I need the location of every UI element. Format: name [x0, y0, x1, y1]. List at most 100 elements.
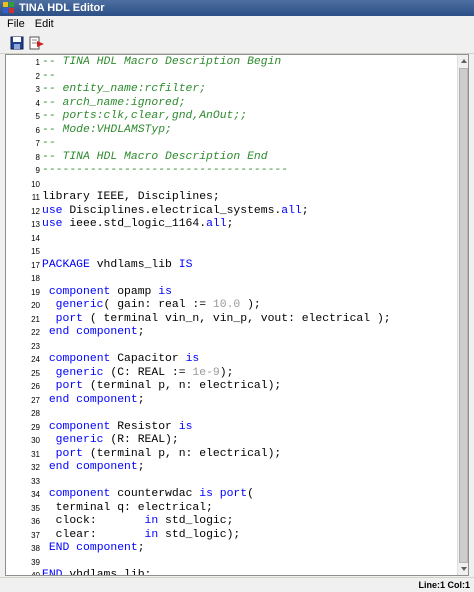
- code-line[interactable]: 10: [6, 178, 457, 192]
- menu-file[interactable]: File: [2, 18, 30, 30]
- line-number: 12: [31, 206, 40, 216]
- code-line[interactable]: 23: [6, 340, 457, 354]
- code-line[interactable]: 34 component counterwdac is port(: [6, 488, 457, 502]
- code-token: opamp: [110, 285, 159, 298]
- code-line[interactable]: 40END vhdlams_lib;: [6, 569, 457, 575]
- line-number: 14: [31, 233, 40, 243]
- status-bar: Line:1 Col:1: [0, 577, 474, 592]
- code-line[interactable]: 26 port (terminal p, n: electrical);: [6, 380, 457, 394]
- code-line[interactable]: 35 terminal q: electrical;: [6, 502, 457, 516]
- code-text: end component;: [42, 461, 145, 475]
- app-icon: [3, 2, 15, 14]
- run-button[interactable]: [28, 34, 46, 52]
- code-token: ;: [137, 326, 145, 338]
- code-line[interactable]: 39: [6, 556, 457, 570]
- menu-edit[interactable]: Edit: [30, 18, 59, 30]
- code-line[interactable]: 14: [6, 232, 457, 246]
- code-text: -- TINA HDL Macro Description Begin: [42, 56, 281, 70]
- code-line[interactable]: 11 library IEEE, Disciplines;: [6, 191, 457, 205]
- code-keyword: in: [144, 515, 159, 527]
- code-text: END component;: [42, 542, 145, 556]
- code-line[interactable]: 12 use Disciplines.electrical_systems.all…: [6, 205, 457, 219]
- code-text: port (terminal p, n: electrical);: [42, 380, 282, 394]
- code-line[interactable]: 18: [6, 272, 457, 286]
- code-text: use Disciplines.electrical_systems.all;: [42, 205, 309, 219]
- code-text: --: [42, 70, 56, 84]
- code-line[interactable]: 8 -- TINA HDL Macro Description End: [6, 151, 457, 165]
- code-keyword: all: [281, 204, 302, 217]
- line-number: 38: [31, 544, 40, 553]
- code-line[interactable]: 15: [6, 245, 457, 259]
- code-token: Capacitor: [110, 353, 186, 365]
- code-line[interactable]: 22 end component;: [6, 326, 457, 340]
- line-number: 17: [31, 260, 40, 270]
- code-line[interactable]: 28: [6, 407, 457, 421]
- code-text: terminal q: electrical;: [42, 502, 213, 516]
- code-token: terminal q: electrical;: [42, 501, 213, 514]
- code-line[interactable]: 37 clear: in std_logic);: [6, 529, 457, 543]
- code-line[interactable]: 31 port (terminal p, n: electrical);: [6, 448, 457, 462]
- scroll-down-arrow-icon[interactable]: [458, 563, 469, 575]
- code-line[interactable]: 1 -- TINA HDL Macro Description Begin: [6, 56, 457, 70]
- code-line[interactable]: 27 end component;: [6, 394, 457, 408]
- code-line[interactable]: 9 ------------------------------------: [6, 164, 457, 178]
- code-line[interactable]: 3 -- entity_name:rcfilter;: [6, 83, 457, 97]
- code-line[interactable]: 21 port ( terminal vin_n, vin_p, vout: e…: [6, 313, 457, 327]
- code-line[interactable]: 7 --: [6, 137, 457, 151]
- save-button[interactable]: [8, 34, 26, 52]
- code-line[interactable]: 17 PACKAGE vhdlams_lib IS: [6, 259, 457, 273]
- code-line[interactable]: 4 -- arch_name:ignored;: [6, 97, 457, 111]
- code-comment: --: [42, 137, 56, 149]
- code-text: END vhdlams_lib;: [42, 569, 151, 575]
- code-text: port (terminal p, n: electrical);: [42, 448, 282, 462]
- code-lines: 1 -- TINA HDL Macro Description Begin 2 -- 3…: [6, 56, 457, 575]
- code-line[interactable]: 5 -- ports:clk,clear,gnd,AnOut;;: [6, 110, 457, 124]
- code-line[interactable]: 36 clock: in std_logic;: [6, 515, 457, 529]
- code-line[interactable]: 2 --: [6, 70, 457, 84]
- code-line[interactable]: 6 -- Mode:VHDLAMSTyp;: [6, 124, 457, 138]
- code-line[interactable]: 25 generic (C: REAL := 1e-9);: [6, 367, 457, 381]
- code-keyword: PACKAGE: [42, 258, 90, 271]
- code-line[interactable]: 29 component Resistor is: [6, 421, 457, 435]
- code-token: ;: [137, 542, 145, 554]
- code-token: ;: [226, 218, 234, 230]
- code-editor[interactable]: 1 -- TINA HDL Macro Description Begin 2 -- 3…: [6, 55, 457, 575]
- cursor-position: Line:1 Col:1: [418, 580, 470, 590]
- scroll-thumb[interactable]: [459, 68, 468, 563]
- line-number: 15: [31, 247, 40, 256]
- scroll-up-arrow-icon[interactable]: [458, 55, 469, 67]
- code-line[interactable]: 30 generic (R: REAL);: [6, 434, 457, 448]
- code-text: -- ports:clk,clear,gnd,AnOut;;: [42, 110, 247, 124]
- line-number: 20: [31, 301, 40, 310]
- code-line[interactable]: 32 end component;: [6, 461, 457, 475]
- code-line[interactable]: 24 component Capacitor is: [6, 353, 457, 367]
- code-token: std_logic;: [158, 515, 234, 527]
- editor-window: TINA HDL Editor File Edit 1 -- TINA HDL M…: [0, 0, 474, 592]
- line-number: 8: [35, 152, 40, 162]
- title-bar[interactable]: TINA HDL Editor: [0, 0, 474, 16]
- code-keyword: END component: [48, 542, 138, 554]
- code-line[interactable]: 20 generic( gain: real := 10.0 );: [6, 299, 457, 313]
- run-icon: [29, 36, 44, 49]
- code-token: ;: [137, 393, 145, 406]
- vertical-scrollbar[interactable]: [457, 55, 468, 575]
- code-keyword: generic: [55, 434, 104, 446]
- code-comment: -- TINA HDL Macro Description End: [42, 150, 268, 163]
- code-text: generic (R: REAL);: [42, 434, 179, 448]
- code-keyword: is: [199, 488, 213, 500]
- line-number: 33: [31, 476, 40, 486]
- code-comment: -- TINA HDL Macro Description Begin: [42, 56, 282, 68]
- code-token: vhdlams_lib;: [62, 569, 152, 575]
- code-keyword: use: [42, 218, 63, 230]
- code-line[interactable]: 38 END component;: [6, 542, 457, 556]
- code-line[interactable]: 19 component opamp is: [6, 286, 457, 300]
- code-token: (R: REAL);: [103, 434, 179, 446]
- code-keyword: IS: [178, 258, 193, 271]
- code-line[interactable]: 33: [6, 475, 457, 489]
- save-icon: [10, 36, 24, 49]
- code-line[interactable]: 13 use ieee.std_logic_1164.all;: [6, 218, 457, 232]
